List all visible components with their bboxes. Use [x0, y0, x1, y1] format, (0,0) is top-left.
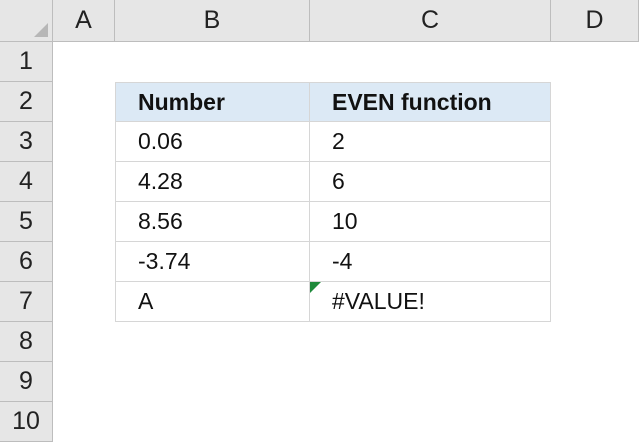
table-cell-number[interactable]: 0.06	[115, 122, 310, 162]
row-header-1[interactable]: 1	[0, 42, 53, 82]
row-header-5[interactable]: 5	[0, 202, 53, 242]
column-header-c[interactable]: C	[310, 0, 551, 42]
row-header-6[interactable]: 6	[0, 242, 53, 282]
table-cell-number[interactable]: -3.74	[115, 242, 310, 282]
column-header-d[interactable]: D	[551, 0, 639, 42]
column-header-b[interactable]: B	[115, 0, 310, 42]
table-header-even-function[interactable]: EVEN function	[310, 82, 551, 122]
spreadsheet-grid: A B C D 1 2 3 4 5 6 7 8 9 10 Number EVEN…	[0, 0, 639, 442]
row-header-7[interactable]: 7	[0, 282, 53, 322]
table-cell-number[interactable]: A	[115, 282, 310, 322]
error-value: #VALUE!	[332, 288, 425, 314]
error-indicator-icon[interactable]	[310, 282, 321, 293]
table-header-number[interactable]: Number	[115, 82, 310, 122]
row-header-3[interactable]: 3	[0, 122, 53, 162]
table-cell-even[interactable]: 10	[310, 202, 551, 242]
column-header-a[interactable]: A	[53, 0, 115, 42]
select-all-corner[interactable]	[0, 0, 53, 42]
row-header-2[interactable]: 2	[0, 82, 53, 122]
row-header-4[interactable]: 4	[0, 162, 53, 202]
table-cell-even[interactable]: 2	[310, 122, 551, 162]
row-header-8[interactable]: 8	[0, 322, 53, 362]
row-header-10[interactable]: 10	[0, 402, 53, 442]
table-cell-even[interactable]: 6	[310, 162, 551, 202]
table-cell-even[interactable]: -4	[310, 242, 551, 282]
table-cell-number[interactable]: 4.28	[115, 162, 310, 202]
select-all-icon	[34, 23, 48, 37]
table-cell-number[interactable]: 8.56	[115, 202, 310, 242]
table-cell-even-error[interactable]: #VALUE!	[310, 282, 551, 322]
row-header-9[interactable]: 9	[0, 362, 53, 402]
